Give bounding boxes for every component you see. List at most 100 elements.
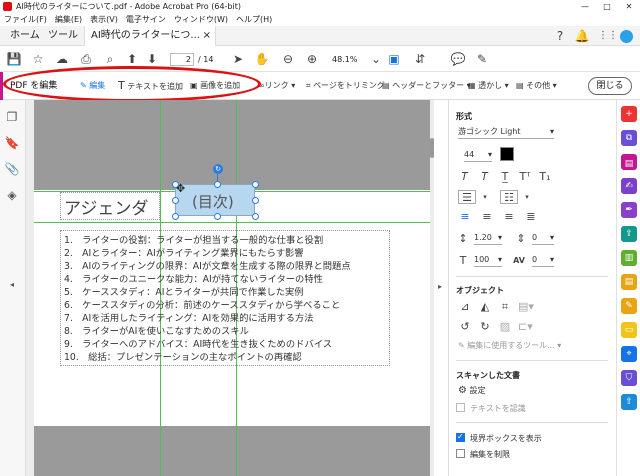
page-thumbnails-icon[interactable]: ❐ (4, 110, 20, 126)
chevron-down-icon[interactable]: ⌄ (368, 51, 384, 67)
crop-page-button[interactable]: ⌗ ページをトリミング (306, 79, 385, 93)
subscript-icon[interactable]: T₁ (538, 170, 552, 184)
chevron-down-icon[interactable]: ▾ (478, 190, 492, 204)
next-page-icon[interactable]: ⬇ (144, 51, 160, 67)
align-center-icon[interactable]: ≡ (480, 210, 494, 224)
zoom-out-icon[interactable]: ⊖ (280, 51, 296, 67)
bookmark-star-icon[interactable]: ☆ (30, 51, 46, 67)
menu-file[interactable]: ファイル(F) (4, 14, 47, 25)
tracking-select[interactable]: 0 ▾ (532, 253, 554, 267)
combine-files-icon[interactable]: ⧉ (621, 130, 637, 146)
text-underline-t-icon[interactable]: T̲ (498, 170, 512, 184)
paragraph-spacing-select[interactable]: 0 ▾ (532, 231, 554, 245)
recognize-text-checkbox[interactable] (456, 403, 465, 412)
link-button[interactable]: ∞リンク ▾ (258, 79, 295, 93)
list-item[interactable]: 4. ライターのユニークな能力：AIが持てないライターの特性 (64, 273, 323, 286)
flip-horizontal-icon[interactable]: ◭ (478, 300, 492, 314)
export-pdf-icon[interactable]: ⇪ (621, 226, 637, 242)
menu-edit[interactable]: 編集(E) (55, 14, 82, 25)
header-footer-button[interactable]: ▤ ヘッダーとフッター ▾ (382, 79, 471, 93)
tab-home[interactable]: ホーム (4, 26, 46, 46)
superscript-icon[interactable]: Tᵀ (518, 170, 532, 184)
settings-button[interactable]: ⚙ 設定 (458, 385, 486, 396)
organize-pages-icon[interactable]: ▥ (621, 250, 637, 266)
crop-image-icon[interactable]: ⌗ (498, 300, 512, 314)
list-item[interactable]: 2. AIとライター：AIがライティング業界にもたらす影響 (64, 247, 304, 260)
redact-icon[interactable]: ▤ (621, 274, 637, 290)
attachments-icon[interactable]: 📎 (4, 162, 20, 178)
menu-esign[interactable]: 電子サイン (126, 14, 166, 25)
font-size-select[interactable]: 44 ▾ (464, 148, 492, 162)
align-left-icon[interactable]: ≡ (458, 210, 472, 224)
list-item[interactable]: 6. ケーススタディの分析：前述のケーススタディから学べること (64, 299, 340, 312)
resize-handle[interactable] (214, 181, 221, 188)
justify-icon[interactable]: ≣ (524, 210, 538, 224)
align-objects-icon[interactable]: ⊏▾ (518, 320, 533, 334)
avatar[interactable] (620, 30, 633, 43)
comment-tool-icon[interactable]: ✎ (621, 298, 637, 314)
scroll-mode-icon[interactable]: ⇵ (412, 51, 428, 67)
vertical-scrollbar-thumb[interactable] (430, 138, 434, 158)
request-signature-icon[interactable]: ✍ (621, 178, 637, 194)
hand-tool-icon[interactable]: ✋ (254, 51, 270, 67)
help-icon[interactable]: ? (552, 28, 568, 44)
menu-window[interactable]: ウィンドウ(W) (174, 14, 228, 25)
save-icon[interactable]: 💾 (6, 51, 22, 67)
page-fit-icon[interactable]: ▣ (386, 51, 402, 67)
sticky-note-icon[interactable]: ▭ (621, 322, 637, 338)
rotate-left-icon[interactable]: ↺ (458, 320, 472, 334)
notification-bell-icon[interactable]: 🔔 (574, 28, 590, 44)
resize-handle[interactable] (252, 213, 259, 220)
list-item[interactable]: 7. AIを活用したライティング：AIを効果的に活用する方法 (64, 312, 313, 325)
rotate-handle-icon[interactable]: ↻ (213, 164, 223, 174)
share-icon[interactable]: ⇧ (621, 394, 637, 410)
scan-ocr-icon[interactable]: ⌖ (621, 346, 637, 362)
tab-document[interactable]: AI時代のライターにつ... × (84, 26, 216, 46)
rotate-right-icon[interactable]: ↻ (478, 320, 492, 334)
chevron-down-icon[interactable]: ▾ (520, 190, 534, 204)
arrange-icon[interactable]: ▤▾ (518, 300, 534, 314)
close-window-button[interactable]: ✕ (618, 0, 640, 13)
protect-icon[interactable]: ⛉ (621, 370, 637, 386)
collapse-left-icon[interactable]: ◂ (4, 280, 20, 296)
line-spacing-select[interactable]: 1.20 ▾ (474, 231, 502, 245)
zoom-level[interactable]: 48.1% (332, 55, 357, 64)
layers-icon[interactable]: ◈ (4, 188, 20, 204)
prev-page-icon[interactable]: ⬆ (124, 51, 140, 67)
collapse-right-icon[interactable]: ▸ (438, 282, 442, 291)
apps-grid-icon[interactable]: ⋮⋮ (598, 28, 618, 44)
show-bbox-checkbox[interactable]: ✓ (456, 432, 465, 442)
search-icon[interactable]: ⌕ (102, 51, 118, 67)
menu-view[interactable]: 表示(V) (90, 14, 118, 25)
list-item[interactable]: 10. 総括：プレゼンテーションの主なポイントの再確認 (64, 351, 302, 364)
restrict-edit-checkbox[interactable] (456, 449, 465, 458)
highlight-pen-icon[interactable]: ✎ (474, 51, 490, 67)
align-right-icon[interactable]: ≡ (502, 210, 516, 224)
watermark-button[interactable]: ▦ 透かし ▾ (468, 79, 509, 93)
menu-help[interactable]: ヘルプ(H) (236, 14, 272, 25)
text-color-swatch[interactable] (500, 147, 514, 161)
select-cursor-icon[interactable]: ➤ (230, 51, 246, 67)
page-number-input[interactable]: 2 (170, 53, 194, 66)
text-italic-t-icon[interactable]: 𝑇 (458, 170, 472, 184)
resize-handle[interactable] (252, 197, 259, 204)
resize-handle[interactable] (214, 213, 221, 220)
font-family-select[interactable]: 游ゴシック Light ▾ (458, 125, 554, 139)
create-pdf-icon[interactable]: + (621, 106, 637, 122)
bookmarks-icon[interactable]: 🔖 (4, 136, 20, 152)
bullet-list-icon[interactable]: ☰ (458, 190, 476, 204)
resize-handle[interactable] (252, 181, 259, 188)
tab-close-button[interactable]: × (203, 26, 211, 46)
list-item[interactable]: 9. ライターへのアドバイス：AI時代を生き抜くためのドバイス (64, 338, 332, 351)
agenda-heading[interactable]: アジェンダ (64, 194, 148, 219)
tab-tools[interactable]: ツール (42, 26, 84, 46)
fill-sign-icon[interactable]: ✒ (621, 202, 637, 218)
upload-cloud-icon[interactable]: ☁ (54, 51, 70, 67)
replace-image-icon[interactable]: ▨ (498, 320, 512, 334)
list-item[interactable]: 1. ライターの役割：ライターが担当する一般的な仕事と役割 (64, 234, 323, 247)
close-edit-button[interactable]: 閉じる (588, 77, 632, 95)
resize-handle[interactable] (172, 197, 179, 204)
maximize-button[interactable]: □ (596, 0, 618, 13)
list-item[interactable]: 8. ライターがAIを使いこなすためのスキル (64, 325, 249, 338)
toc-heading[interactable]: (目次) (192, 191, 234, 212)
